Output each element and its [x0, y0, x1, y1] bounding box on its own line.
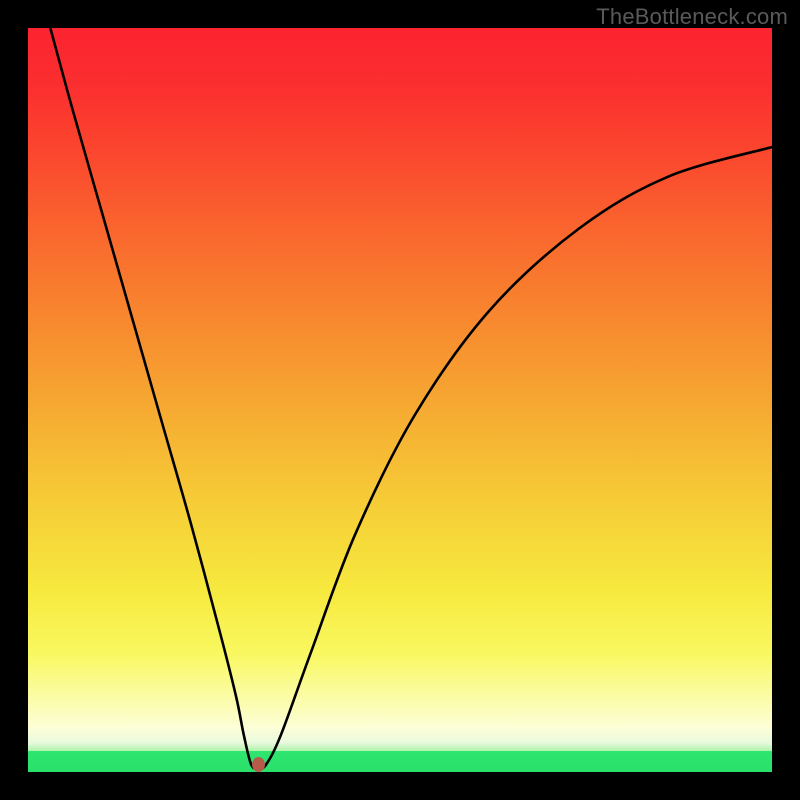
watermark-text: TheBottleneck.com: [596, 4, 788, 30]
chart-curve-svg: [28, 28, 772, 772]
bottleneck-curve-line: [50, 28, 772, 769]
chart-plot-area: [28, 28, 772, 772]
